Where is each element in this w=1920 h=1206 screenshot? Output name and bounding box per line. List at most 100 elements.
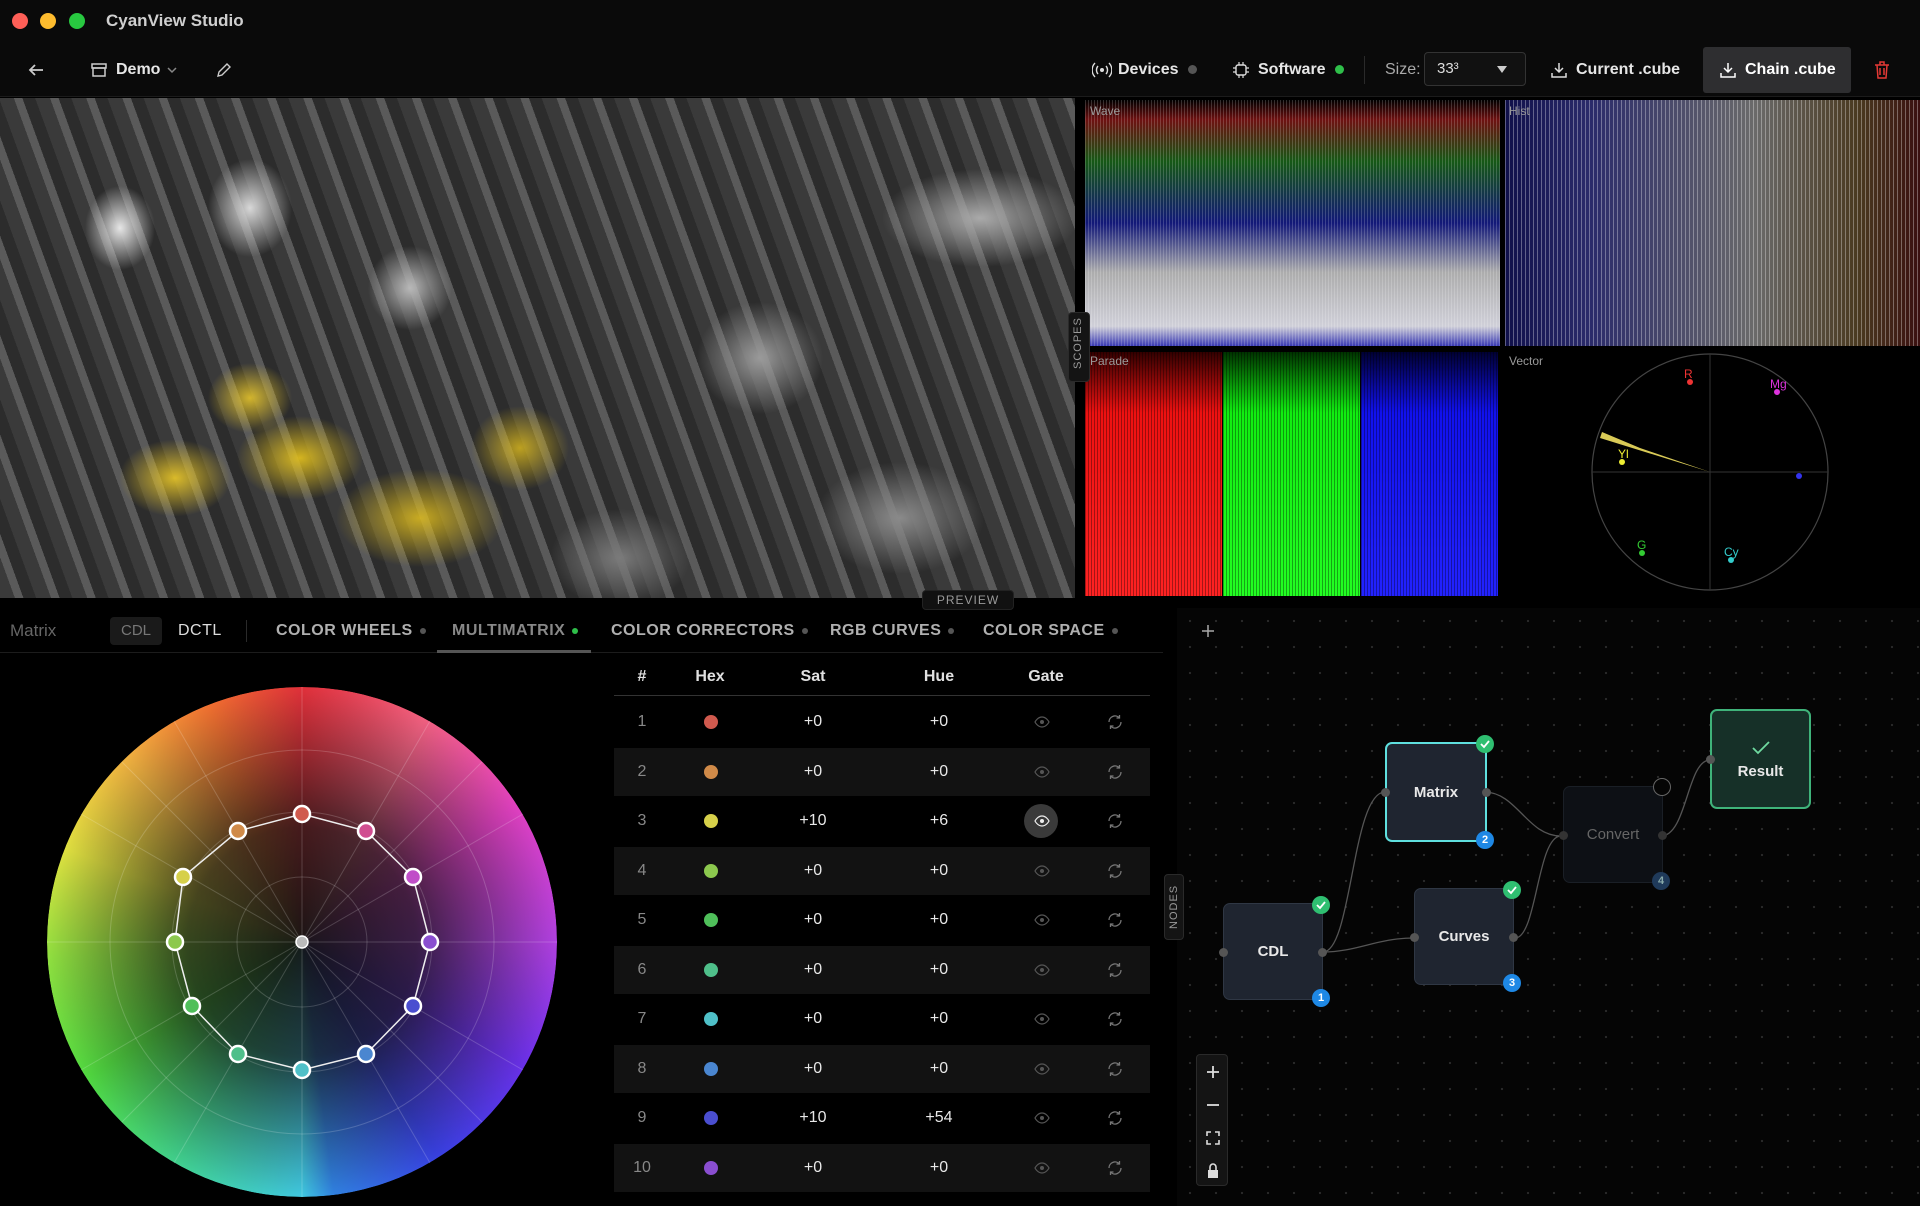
devices-button[interactable]: Devices [1092,42,1197,97]
node-cdl-output-port[interactable] [1318,948,1327,957]
reset-icon[interactable] [1106,1109,1124,1127]
row-sat-value[interactable]: +10 [750,1094,876,1142]
hue-point-9[interactable] [403,996,423,1016]
eye-icon[interactable] [1034,714,1050,730]
tab-rgb-curves[interactable]: RGB CURVES [830,608,955,653]
row-color-swatch[interactable] [704,962,718,977]
eye-icon[interactable] [1034,1110,1050,1126]
hue-point-12[interactable] [356,821,376,841]
reset-icon[interactable] [1106,862,1124,880]
row-sat-value[interactable]: +0 [750,995,876,1043]
node-result[interactable]: Result [1706,709,1811,809]
row-color-swatch[interactable] [704,1160,718,1175]
node-curves-output-port[interactable] [1509,933,1518,942]
hue-point-6[interactable] [228,1044,248,1064]
row-hue-value[interactable]: +54 [876,1094,1002,1142]
node-matrix[interactable]: Matrix 2 [1381,735,1494,849]
row-hue-value[interactable]: +0 [876,1045,1002,1093]
row-hue-value[interactable]: +0 [876,748,1002,796]
table-row[interactable]: 2 +0 +0 [614,747,1150,796]
row-hue-value[interactable]: +0 [876,946,1002,994]
tab-color-correctors[interactable]: COLOR CORRECTORS [611,608,808,653]
node-matrix-output-port[interactable] [1482,788,1491,797]
node-matrix-input-port[interactable] [1381,788,1390,797]
hue-point-8[interactable] [356,1044,376,1064]
row-color-swatch[interactable] [704,863,718,878]
hue-point-11[interactable] [403,867,423,887]
row-color-swatch[interactable] [704,814,718,828]
node-convert-input-port[interactable] [1559,831,1568,840]
tab-multimatrix[interactable]: MULTIMATRIX [452,608,579,653]
table-row[interactable]: 8 +0 +0 [614,1044,1150,1093]
row-hue-value[interactable]: +0 [876,995,1002,1043]
table-row[interactable]: 6 +0 +0 [614,945,1150,994]
rename-project-button[interactable] [216,42,232,97]
hue-point-3[interactable] [173,867,193,887]
eye-icon[interactable] [1034,1160,1050,1176]
window-maximize-button[interactable] [69,13,85,29]
row-color-swatch[interactable] [704,913,718,927]
zoom-in-button[interactable] [1197,1055,1229,1088]
dctl-toggle[interactable]: DCTL [178,608,222,653]
row-hue-value[interactable]: +0 [876,847,1002,895]
reset-icon[interactable] [1106,812,1124,830]
node-curves-input-port[interactable] [1410,933,1419,942]
cdl-toggle[interactable]: CDL [110,617,162,645]
row-hue-value[interactable]: +0 [876,698,1002,746]
scopes-toggle[interactable]: SCOPES [1068,312,1090,382]
table-row[interactable]: 10 +0 +0 [614,1143,1150,1192]
reset-icon[interactable] [1106,713,1124,731]
back-button[interactable] [26,42,46,97]
hue-wheel[interactable] [44,684,564,1204]
lock-button[interactable] [1197,1154,1229,1187]
table-row[interactable]: 4 +0 +0 [614,846,1150,895]
tab-color-wheels[interactable]: COLOR WHEELS [276,608,426,653]
hue-point-10[interactable] [420,932,440,952]
hue-point-2[interactable] [228,821,248,841]
eye-icon[interactable] [1034,764,1050,780]
row-sat-value[interactable]: +0 [750,748,876,796]
size-select[interactable]: 33³ [1424,52,1526,86]
reset-icon[interactable] [1106,1060,1124,1078]
node-cdl-input-port[interactable] [1219,948,1228,957]
eye-icon[interactable] [1034,863,1050,879]
eye-icon[interactable] [1034,912,1050,928]
hue-point-5[interactable] [182,996,202,1016]
table-row[interactable]: 1 +0 +0 [614,698,1150,746]
node-cdl[interactable]: CDL 1 [1219,896,1330,1007]
row-color-swatch[interactable] [704,1012,718,1026]
hue-point-1[interactable] [292,804,312,824]
zoom-out-button[interactable] [1197,1088,1229,1121]
table-row[interactable]: 9 +10 +54 [614,1094,1150,1142]
current-cube-button[interactable]: Current .cube [1550,42,1680,97]
table-row[interactable]: 7 +0 +0 [614,995,1150,1043]
node-convert-output-port[interactable] [1658,831,1667,840]
node-curves[interactable]: Curves 3 [1410,881,1521,992]
row-color-swatch[interactable] [704,715,718,729]
reset-icon[interactable] [1106,763,1124,781]
row-sat-value[interactable]: +10 [750,797,876,845]
chain-cube-button[interactable]: Chain .cube [1703,47,1851,93]
row-color-swatch[interactable] [704,1111,718,1125]
row-hue-value[interactable]: +6 [876,797,1002,845]
node-convert[interactable]: Convert 4 [1559,778,1671,890]
row-hue-value[interactable]: +0 [876,1144,1002,1192]
table-row[interactable]: 3 +10 +6 [614,797,1150,845]
window-close-button[interactable] [12,13,28,29]
row-sat-value[interactable]: +0 [750,896,876,944]
eye-icon[interactable] [1034,1061,1050,1077]
row-sat-value[interactable]: +0 [750,946,876,994]
reset-icon[interactable] [1106,961,1124,979]
delete-button[interactable] [1873,42,1891,97]
eye-icon[interactable] [1034,813,1050,829]
eye-icon[interactable] [1034,962,1050,978]
tab-color-space[interactable]: COLOR SPACE [983,608,1118,653]
window-minimize-button[interactable] [40,13,56,29]
row-hue-value[interactable]: +0 [876,896,1002,944]
node-result-input-port[interactable] [1706,755,1715,764]
software-button[interactable]: Software [1232,42,1344,97]
table-row[interactable]: 5 +0 +0 [614,896,1150,944]
row-sat-value[interactable]: +0 [750,847,876,895]
row-sat-value[interactable]: +0 [750,1144,876,1192]
row-sat-value[interactable]: +0 [750,1045,876,1093]
